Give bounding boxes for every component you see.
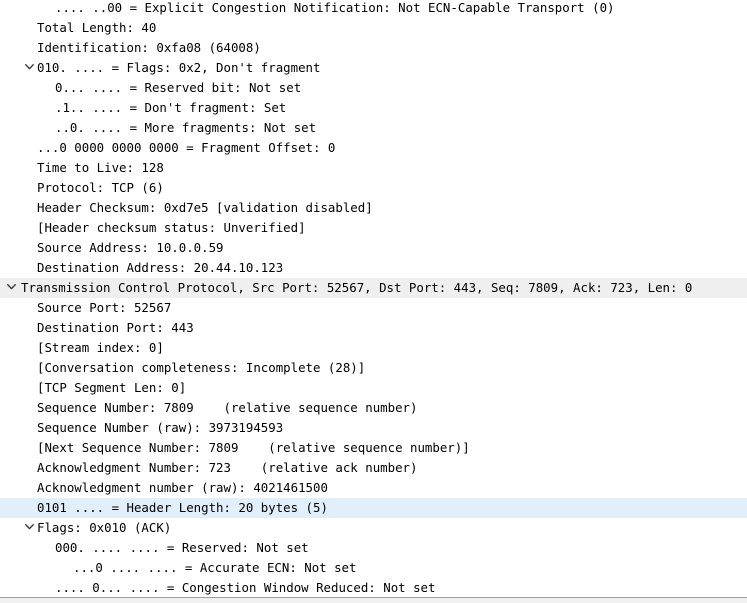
detail-row-label: Sequence Number (raw): 3973194593 [37, 420, 284, 435]
detail-row[interactable]: Transmission Control Protocol, Src Port:… [0, 278, 747, 298]
detail-row-label: Destination Address: 20.44.10.123 [37, 260, 284, 275]
detail-row-label: 010. .... = Flags: 0x2, Don't fragment [37, 60, 321, 75]
detail-row-label: Identification: 0xfa08 (64008) [37, 40, 261, 55]
detail-row[interactable]: .... ..00 = Explicit Congestion Notifica… [0, 0, 747, 18]
detail-row-label: Source Port: 52567 [37, 300, 172, 315]
detail-row[interactable]: [Next Sequence Number: 7809 (relative se… [0, 438, 747, 458]
detail-row[interactable]: 010. .... = Flags: 0x2, Don't fragment [0, 58, 747, 78]
detail-row[interactable]: Source Address: 10.0.0.59 [0, 238, 747, 258]
detail-row[interactable]: Acknowledgment number (raw): 4021461500 [0, 478, 747, 498]
detail-row-label: [Stream index: 0] [37, 340, 164, 355]
detail-row[interactable]: Acknowledgment Number: 723 (relative ack… [0, 458, 747, 478]
detail-row[interactable]: 0101 .... = Header Length: 20 bytes (5) [0, 498, 747, 518]
detail-row-label: .... ..00 = Explicit Congestion Notifica… [55, 0, 615, 15]
detail-row[interactable]: Header Checksum: 0xd7e5 [validation disa… [0, 198, 747, 218]
detail-row-label: ...0 0000 0000 0000 = Fragment Offset: 0 [37, 140, 336, 155]
detail-row-label: Acknowledgment number (raw): 4021461500 [37, 480, 328, 495]
detail-row-label: [Conversation completeness: Incomplete (… [37, 360, 366, 375]
detail-row[interactable]: Sequence Number: 7809 (relative sequence… [0, 398, 747, 418]
chevron-down-icon[interactable] [2, 278, 20, 298]
detail-row[interactable]: Time to Live: 128 [0, 158, 747, 178]
detail-row-label: .... 0... .... = Congestion Window Reduc… [55, 580, 436, 595]
detail-row-label: 000. .... .... = Reserved: Not set [55, 540, 309, 555]
detail-row-label: 0101 .... = Header Length: 20 bytes (5) [37, 500, 328, 515]
bottom-strip [0, 598, 747, 603]
detail-row[interactable]: .1.. .... = Don't fragment: Set [0, 98, 747, 118]
detail-row[interactable]: [Stream index: 0] [0, 338, 747, 358]
detail-row[interactable]: ...0 0000 0000 0000 = Fragment Offset: 0 [0, 138, 747, 158]
chevron-down-icon[interactable] [20, 58, 38, 78]
detail-row[interactable]: [TCP Segment Len: 0] [0, 378, 747, 398]
detail-row[interactable]: 0... .... = Reserved bit: Not set [0, 78, 747, 98]
detail-row-label: Total Length: 40 [37, 20, 157, 35]
detail-row-label: [Header checksum status: Unverified] [37, 220, 306, 235]
detail-row-label: ...0 .... .... = Accurate ECN: Not set [73, 560, 357, 575]
detail-row[interactable]: Identification: 0xfa08 (64008) [0, 38, 747, 58]
detail-row[interactable]: Total Length: 40 [0, 18, 747, 38]
detail-row[interactable]: Sequence Number (raw): 3973194593 [0, 418, 747, 438]
detail-row[interactable]: Source Port: 52567 [0, 298, 747, 318]
detail-row[interactable]: ..0. .... = More fragments: Not set [0, 118, 747, 138]
detail-row-label: [Next Sequence Number: 7809 (relative se… [37, 440, 470, 455]
detail-row-label: Source Address: 10.0.0.59 [37, 240, 224, 255]
packet-details-tree[interactable]: .... ..00 = Explicit Congestion Notifica… [0, 0, 747, 597]
detail-row-label: Header Checksum: 0xd7e5 [validation disa… [37, 200, 373, 215]
detail-row[interactable]: Destination Address: 20.44.10.123 [0, 258, 747, 278]
detail-row-label: .1.. .... = Don't fragment: Set [55, 100, 287, 115]
detail-row[interactable]: ...0 .... .... = Accurate ECN: Not set [0, 558, 747, 578]
detail-row-label: Protocol: TCP (6) [37, 180, 164, 195]
detail-row[interactable]: [Header checksum status: Unverified] [0, 218, 747, 238]
detail-row[interactable]: Destination Port: 443 [0, 318, 747, 338]
detail-row-label: ..0. .... = More fragments: Not set [55, 120, 317, 135]
detail-row-label: Destination Port: 443 [37, 320, 194, 335]
detail-row-label: Sequence Number: 7809 (relative sequence… [37, 400, 418, 415]
detail-row[interactable]: Protocol: TCP (6) [0, 178, 747, 198]
detail-row-label: Acknowledgment Number: 723 (relative ack… [37, 460, 418, 475]
detail-row[interactable]: [Conversation completeness: Incomplete (… [0, 358, 747, 378]
detail-row-label: [TCP Segment Len: 0] [37, 380, 187, 395]
detail-row-label: Time to Live: 128 [37, 160, 164, 175]
detail-row[interactable]: Flags: 0x010 (ACK) [0, 518, 747, 538]
detail-row-label: 0... .... = Reserved bit: Not set [55, 80, 302, 95]
detail-row-label: Flags: 0x010 (ACK) [37, 520, 172, 535]
detail-row[interactable]: .... 0... .... = Congestion Window Reduc… [0, 578, 747, 597]
detail-row-label: Transmission Control Protocol, Src Port:… [21, 280, 693, 295]
detail-row[interactable]: 000. .... .... = Reserved: Not set [0, 538, 747, 558]
chevron-down-icon[interactable] [20, 518, 38, 538]
